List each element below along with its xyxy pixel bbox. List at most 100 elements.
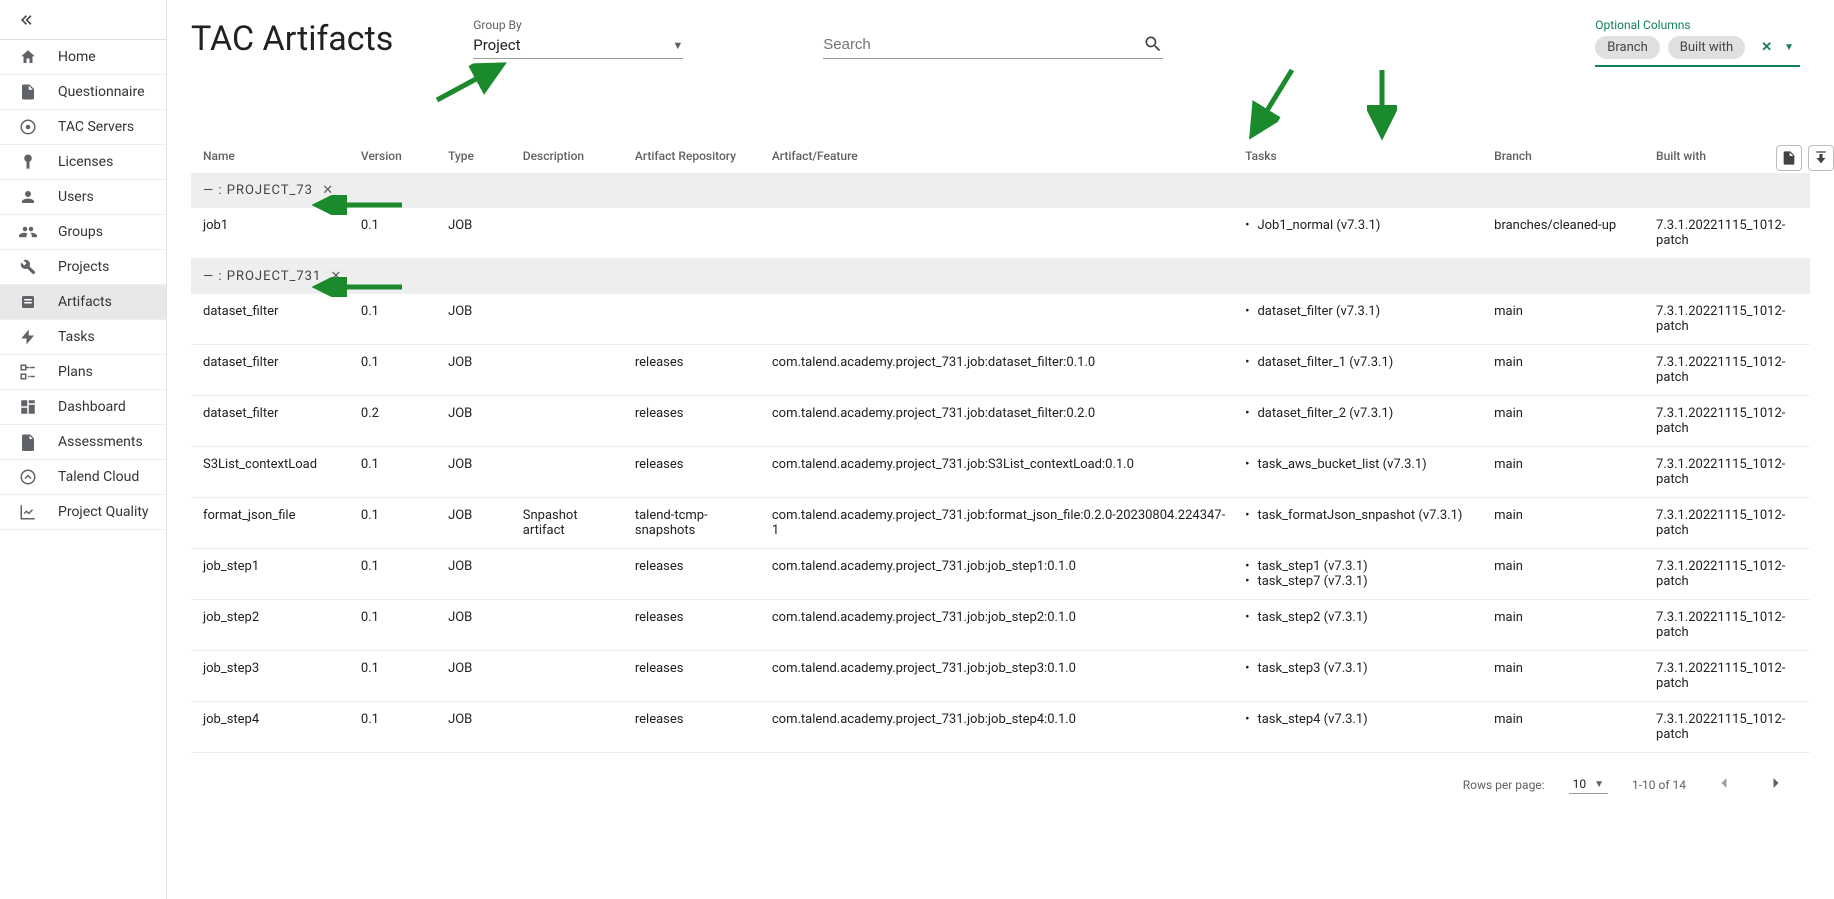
- page-title: TAC Artifacts: [191, 19, 393, 59]
- cell: JOB: [440, 345, 515, 396]
- column-header[interactable]: Version: [353, 149, 440, 173]
- cell: dataset_filter: [191, 345, 353, 396]
- cell: com.talend.academy.project_731.job:datas…: [764, 345, 1237, 396]
- close-icon[interactable]: ✕: [322, 183, 333, 198]
- table-row[interactable]: dataset_filter0.2JOBreleasescom.talend.a…: [191, 396, 1810, 447]
- task-item: task_step7 (v7.3.1): [1245, 574, 1478, 589]
- export-json-button[interactable]: [1776, 145, 1802, 171]
- sidebar-item-home[interactable]: Home: [0, 40, 166, 75]
- cell: [515, 549, 627, 600]
- search-field[interactable]: [823, 30, 1163, 59]
- cell: 0.1: [353, 498, 440, 549]
- table-row[interactable]: dataset_filter0.1JOBreleasescom.talend.a…: [191, 345, 1810, 396]
- column-header[interactable]: Artifact Repository: [627, 149, 764, 173]
- sidebar-item-artifacts[interactable]: Artifacts: [0, 285, 166, 320]
- groupby-select[interactable]: Group By Project ▼: [473, 18, 683, 59]
- cell: releases: [627, 447, 764, 498]
- cell: format_json_file: [191, 498, 353, 549]
- column-header[interactable]: Description: [515, 149, 627, 173]
- sidebar-item-tac-servers[interactable]: TAC Servers: [0, 110, 166, 145]
- group-label: — : PROJECT_73: [203, 183, 313, 198]
- cell: main: [1486, 345, 1648, 396]
- cell: JOB: [440, 549, 515, 600]
- task-item: dataset_filter_2 (v7.3.1): [1245, 406, 1478, 421]
- table-row[interactable]: job_step40.1JOBreleasescom.talend.academ…: [191, 702, 1810, 753]
- sidebar-collapse-button[interactable]: [0, 0, 166, 40]
- sidebar-item-tasks[interactable]: Tasks: [0, 320, 166, 355]
- sidebar-item-talend-cloud[interactable]: Talend Cloud: [0, 460, 166, 495]
- cell: job1: [191, 208, 353, 259]
- cell: 7.3.1.20221115_1012-patch: [1648, 208, 1810, 259]
- cell: S3List_contextLoad: [191, 447, 353, 498]
- cell: releases: [627, 651, 764, 702]
- task-item: dataset_filter (v7.3.1): [1245, 304, 1478, 319]
- sidebar-item-groups[interactable]: Groups: [0, 215, 166, 250]
- cell: main: [1486, 294, 1648, 345]
- artifact-icon: [18, 292, 38, 312]
- group-row[interactable]: — : PROJECT_73 ✕: [191, 173, 1810, 208]
- cell: com.talend.academy.project_731.job:datas…: [764, 396, 1237, 447]
- cell: job_step2: [191, 600, 353, 651]
- optional-columns-clear-icon[interactable]: ✕: [1761, 40, 1772, 55]
- column-header[interactable]: Name: [191, 149, 353, 173]
- bolt-icon: [18, 327, 38, 347]
- column-header[interactable]: Branch: [1486, 149, 1648, 173]
- cell: [515, 294, 627, 345]
- sidebar: Home Questionnaire TAC ServersLicensesUser…: [0, 0, 167, 899]
- questionnaire-icon: [18, 82, 38, 102]
- chevron-down-icon[interactable]: ▼: [1784, 42, 1794, 53]
- sidebar-item-plans[interactable]: Plans: [0, 355, 166, 390]
- cell: releases: [627, 600, 764, 651]
- column-header[interactable]: Tasks: [1237, 149, 1486, 173]
- pagination-next-button[interactable]: [1762, 769, 1790, 800]
- cell: releases: [627, 702, 764, 753]
- group-row[interactable]: — : PROJECT_731 ✕: [191, 259, 1810, 295]
- pagination-prev-button[interactable]: [1710, 769, 1738, 800]
- cell: [515, 600, 627, 651]
- quality-icon: [18, 502, 38, 522]
- sidebar-item-project-quality[interactable]: Project Quality: [0, 495, 166, 530]
- task-item: task_step3 (v7.3.1): [1245, 661, 1478, 676]
- cell: [515, 447, 627, 498]
- sidebar-item-dashboard[interactable]: Dashboard: [0, 390, 166, 425]
- table-row[interactable]: job_step10.1JOBreleasescom.talend.academ…: [191, 549, 1810, 600]
- table-row[interactable]: job_step30.1JOBreleasescom.talend.academ…: [191, 651, 1810, 702]
- sidebar-item-assessments[interactable]: Assessments: [0, 425, 166, 460]
- rows-per-page-select[interactable]: 10 ▼: [1569, 775, 1608, 794]
- task-item: task_formatJson_snpashot (v7.3.1): [1245, 508, 1478, 523]
- cell: [627, 208, 764, 259]
- sidebar-item-users[interactable]: Users: [0, 180, 166, 215]
- cell: main: [1486, 651, 1648, 702]
- cell: dataset_filter: [191, 294, 353, 345]
- sidebar-item-projects[interactable]: Projects: [0, 250, 166, 285]
- sidebar-item-label: Questionnaire: [58, 84, 145, 100]
- sidebar-item-questionnaire[interactable]: Questionnaire: [0, 75, 166, 110]
- optional-columns[interactable]: Optional Columns Branch Built with ✕ ▼: [1595, 18, 1800, 67]
- chip-branch[interactable]: Branch: [1595, 36, 1659, 59]
- dashboard-icon: [18, 397, 38, 417]
- download-button[interactable]: [1808, 145, 1834, 171]
- sidebar-item-licenses[interactable]: Licenses: [0, 145, 166, 180]
- cell: [764, 294, 1237, 345]
- chip-builtwith[interactable]: Built with: [1668, 36, 1745, 59]
- table-row[interactable]: dataset_filter0.1JOBdataset_filter (v7.3…: [191, 294, 1810, 345]
- table-row[interactable]: S3List_contextLoad0.1JOBreleasescom.tale…: [191, 447, 1810, 498]
- sidebar-item-label: Artifacts: [58, 294, 112, 310]
- task-item: task_aws_bucket_list (v7.3.1): [1245, 457, 1478, 472]
- column-header[interactable]: Type: [440, 149, 515, 173]
- cell: 0.2: [353, 396, 440, 447]
- close-icon[interactable]: ✕: [331, 269, 342, 284]
- table-row[interactable]: format_json_file0.1JOBSnpashot artifactt…: [191, 498, 1810, 549]
- table-row[interactable]: job10.1JOBJob1_normal (v7.3.1)branches/c…: [191, 208, 1810, 259]
- cell: 7.3.1.20221115_1012-patch: [1648, 600, 1810, 651]
- search-input[interactable]: [823, 36, 1143, 53]
- sidebar-item-label: Projects: [58, 259, 109, 275]
- cell: 0.1: [353, 549, 440, 600]
- search-icon: [1143, 34, 1163, 54]
- task-item: task_step1 (v7.3.1): [1245, 559, 1478, 574]
- column-header[interactable]: Artifact/Feature: [764, 149, 1237, 173]
- cell: com.talend.academy.project_731.job:job_s…: [764, 549, 1237, 600]
- cell: dataset_filter (v7.3.1): [1237, 294, 1486, 345]
- cell: job_step3: [191, 651, 353, 702]
- table-row[interactable]: job_step20.1JOBreleasescom.talend.academ…: [191, 600, 1810, 651]
